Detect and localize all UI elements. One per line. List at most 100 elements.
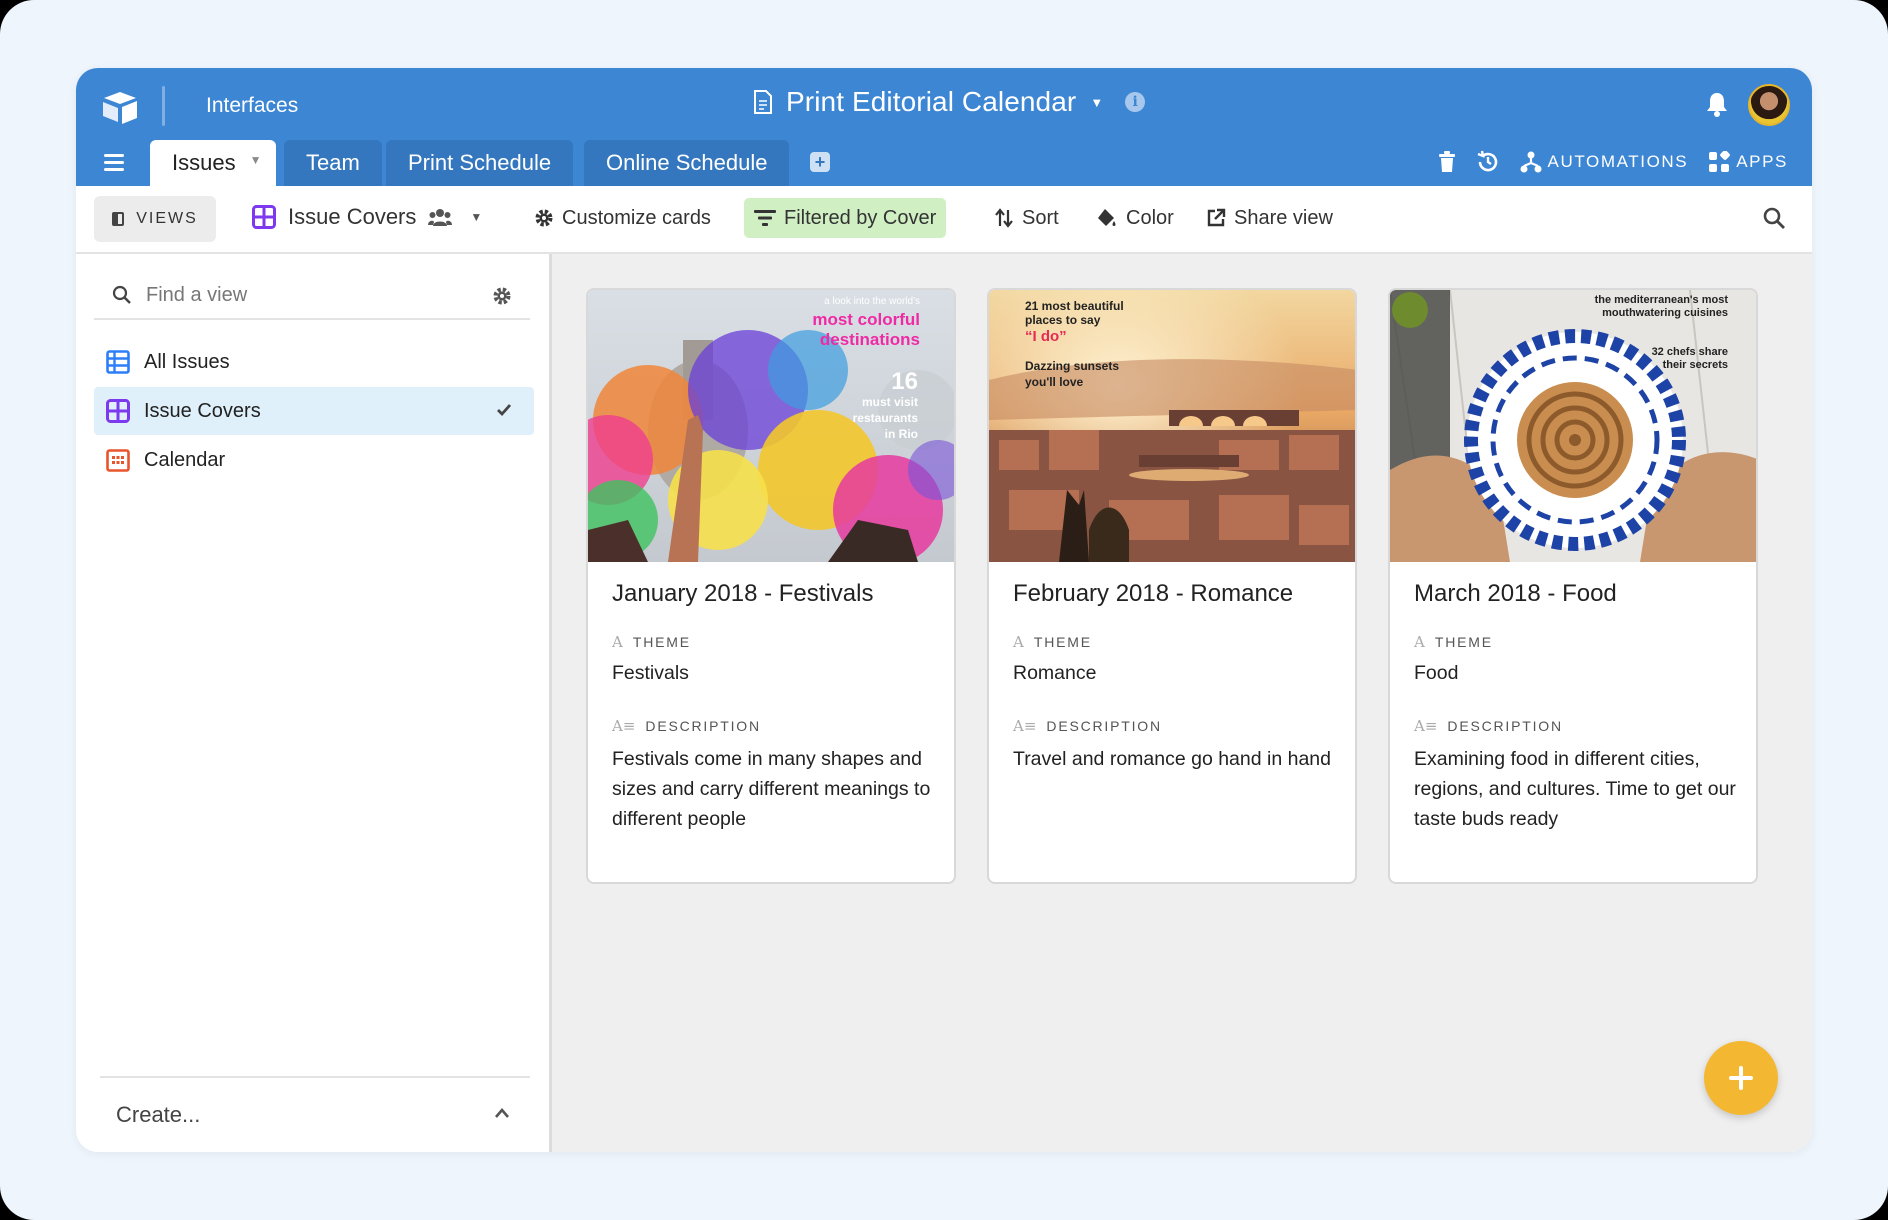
view-list: All Issues Issue Covers Calendar [94, 338, 534, 485]
interfaces-link[interactable]: Interfaces [206, 94, 298, 118]
record-card[interactable]: the mediterranean's most mouthwatering c… [1388, 288, 1758, 884]
card-title: January 2018 - Festivals [612, 580, 874, 607]
filter-icon [754, 210, 776, 226]
search-icon [112, 285, 131, 304]
automations-button[interactable]: AUTOMATIONS [1520, 151, 1689, 173]
window-frame: Interfaces Print Editorial Calendar ▼ i … [0, 0, 1888, 1220]
record-card[interactable]: a look into the world's most colorful de… [586, 288, 956, 884]
sidebar-item-calendar[interactable]: Calendar [94, 436, 534, 484]
description-field-label: A≡ DESCRIPTION [1013, 717, 1162, 735]
customize-cards-button[interactable]: Customize cards [524, 198, 721, 238]
theme-value: Festivals [612, 662, 689, 684]
cover-text: restaurants [852, 411, 918, 425]
top-bar: Interfaces Print Editorial Calendar ▼ i … [76, 68, 1812, 186]
cover-text: most colorful [812, 310, 920, 329]
create-view-menu[interactable]: Create... [100, 1076, 530, 1152]
chevron-up-icon[interactable] [494, 1106, 510, 1120]
bell-icon[interactable] [1704, 90, 1730, 118]
views-sidebar: All Issues Issue Covers [76, 254, 552, 1152]
field-label-text: DESCRIPTION [1447, 718, 1563, 734]
cover-text: must visit [861, 395, 918, 409]
views-label: VIEWS [136, 210, 198, 227]
sidebar-item-all-issues[interactable]: All Issues [94, 338, 534, 386]
plus-icon [1729, 1066, 1753, 1090]
caret-down-icon[interactable]: ▼ [250, 153, 262, 167]
sort-button[interactable]: Sort [984, 198, 1069, 238]
tab-label: Team [306, 150, 360, 175]
cover-text: 16 [891, 368, 918, 395]
base-title: Print Editorial Calendar [786, 86, 1077, 117]
cover-text: 32 chefs share [1651, 346, 1728, 358]
filter-button[interactable]: Filtered by Cover [744, 198, 947, 238]
tab-online-schedule[interactable]: Online Schedule [584, 140, 790, 186]
create-label: Create... [116, 1102, 201, 1127]
share-icon [1207, 208, 1226, 227]
airtable-logo-icon[interactable] [100, 88, 140, 128]
info-icon[interactable]: i [1125, 92, 1146, 112]
automations-icon [1520, 151, 1542, 173]
description-field-label: A≡ DESCRIPTION [612, 717, 761, 735]
cover-text: a look into the world's [824, 296, 920, 307]
description-field-label: A≡ DESCRIPTION [1414, 717, 1563, 735]
view-label: Issue Covers [144, 399, 261, 422]
hamburger-menu-icon[interactable] [104, 154, 124, 172]
add-table-icon[interactable]: + [810, 152, 830, 172]
apps-icon [1709, 151, 1731, 172]
field-label-text: DESCRIPTION [645, 718, 761, 734]
tab-label: Print Schedule [408, 150, 552, 175]
description-value: Festivals come in many shapes and sizes … [612, 748, 931, 830]
card-title: February 2018 - Romance [1013, 580, 1294, 607]
cover-image: the mediterranean's most mouthwatering c… [1390, 290, 1756, 562]
description-value: Examining food in different cities, regi… [1414, 748, 1736, 830]
tab-issues[interactable]: Issues ▼ [150, 140, 276, 186]
record-card[interactable]: 21 most beautiful places to say “I do” D… [987, 288, 1357, 884]
customize-cards-label: Customize cards [562, 206, 711, 229]
sort-icon [995, 208, 1013, 228]
share-view-button[interactable]: Share view [1196, 198, 1343, 238]
long-text-field-icon: A≡ [612, 717, 636, 735]
cover-text: mouthwatering cuisines [1602, 307, 1728, 319]
gear-icon[interactable] [492, 286, 512, 306]
sidebar-toggle-icon [112, 212, 125, 226]
theme-field-label: A THEME [1013, 633, 1092, 651]
gear-icon [535, 209, 553, 227]
view-toolbar: VIEWS Issue Covers ▼ Customize cards Fil… [76, 186, 1812, 254]
document-icon [754, 90, 772, 114]
app-window: Interfaces Print Editorial Calendar ▼ i … [76, 68, 1812, 1152]
automations-label: AUTOMATIONS [1547, 152, 1689, 171]
collaborative-view-icon [428, 209, 453, 226]
caret-down-icon: ▼ [1090, 94, 1104, 110]
view-label: Calendar [144, 448, 226, 471]
tab-team[interactable]: Team [284, 140, 382, 186]
cover-text: places to say [1025, 313, 1101, 327]
user-avatar[interactable] [1748, 84, 1790, 126]
trash-icon[interactable] [1438, 151, 1456, 173]
cover-text: “I do” [1025, 328, 1067, 345]
find-view-input[interactable] [146, 283, 466, 307]
checkmark-icon [497, 404, 512, 417]
current-view-menu[interactable]: Issue Covers ▼ [252, 204, 482, 230]
cover-text: you'll love [1025, 375, 1084, 389]
search-icon[interactable] [1762, 206, 1786, 230]
views-toggle-button[interactable]: VIEWS [94, 196, 216, 242]
field-label-text: THEME [1434, 634, 1493, 650]
apps-label: APPS [1736, 152, 1788, 171]
grid-icon [106, 350, 130, 374]
sidebar-item-issue-covers[interactable]: Issue Covers [94, 387, 534, 435]
field-label-text: DESCRIPTION [1046, 718, 1162, 734]
filter-label: Filtered by Cover [784, 206, 937, 229]
color-button[interactable]: Color [1086, 198, 1184, 238]
theme-field-label: A THEME [612, 633, 691, 651]
current-view-name: Issue Covers [288, 204, 417, 229]
add-record-button[interactable] [1704, 1041, 1778, 1115]
tab-label: Online Schedule [606, 150, 768, 175]
base-title-menu[interactable]: Print Editorial Calendar ▼ i [752, 86, 1146, 118]
view-label: All Issues [144, 350, 230, 373]
cover-image: a look into the world's most colorful de… [588, 290, 954, 562]
apps-button[interactable]: APPS [1708, 151, 1788, 173]
tab-label: Issues [172, 150, 236, 175]
paint-bucket-icon [1098, 209, 1116, 226]
history-icon[interactable] [1476, 150, 1500, 174]
calendar-icon [106, 449, 130, 472]
tab-print-schedule[interactable]: Print Schedule [386, 140, 574, 186]
